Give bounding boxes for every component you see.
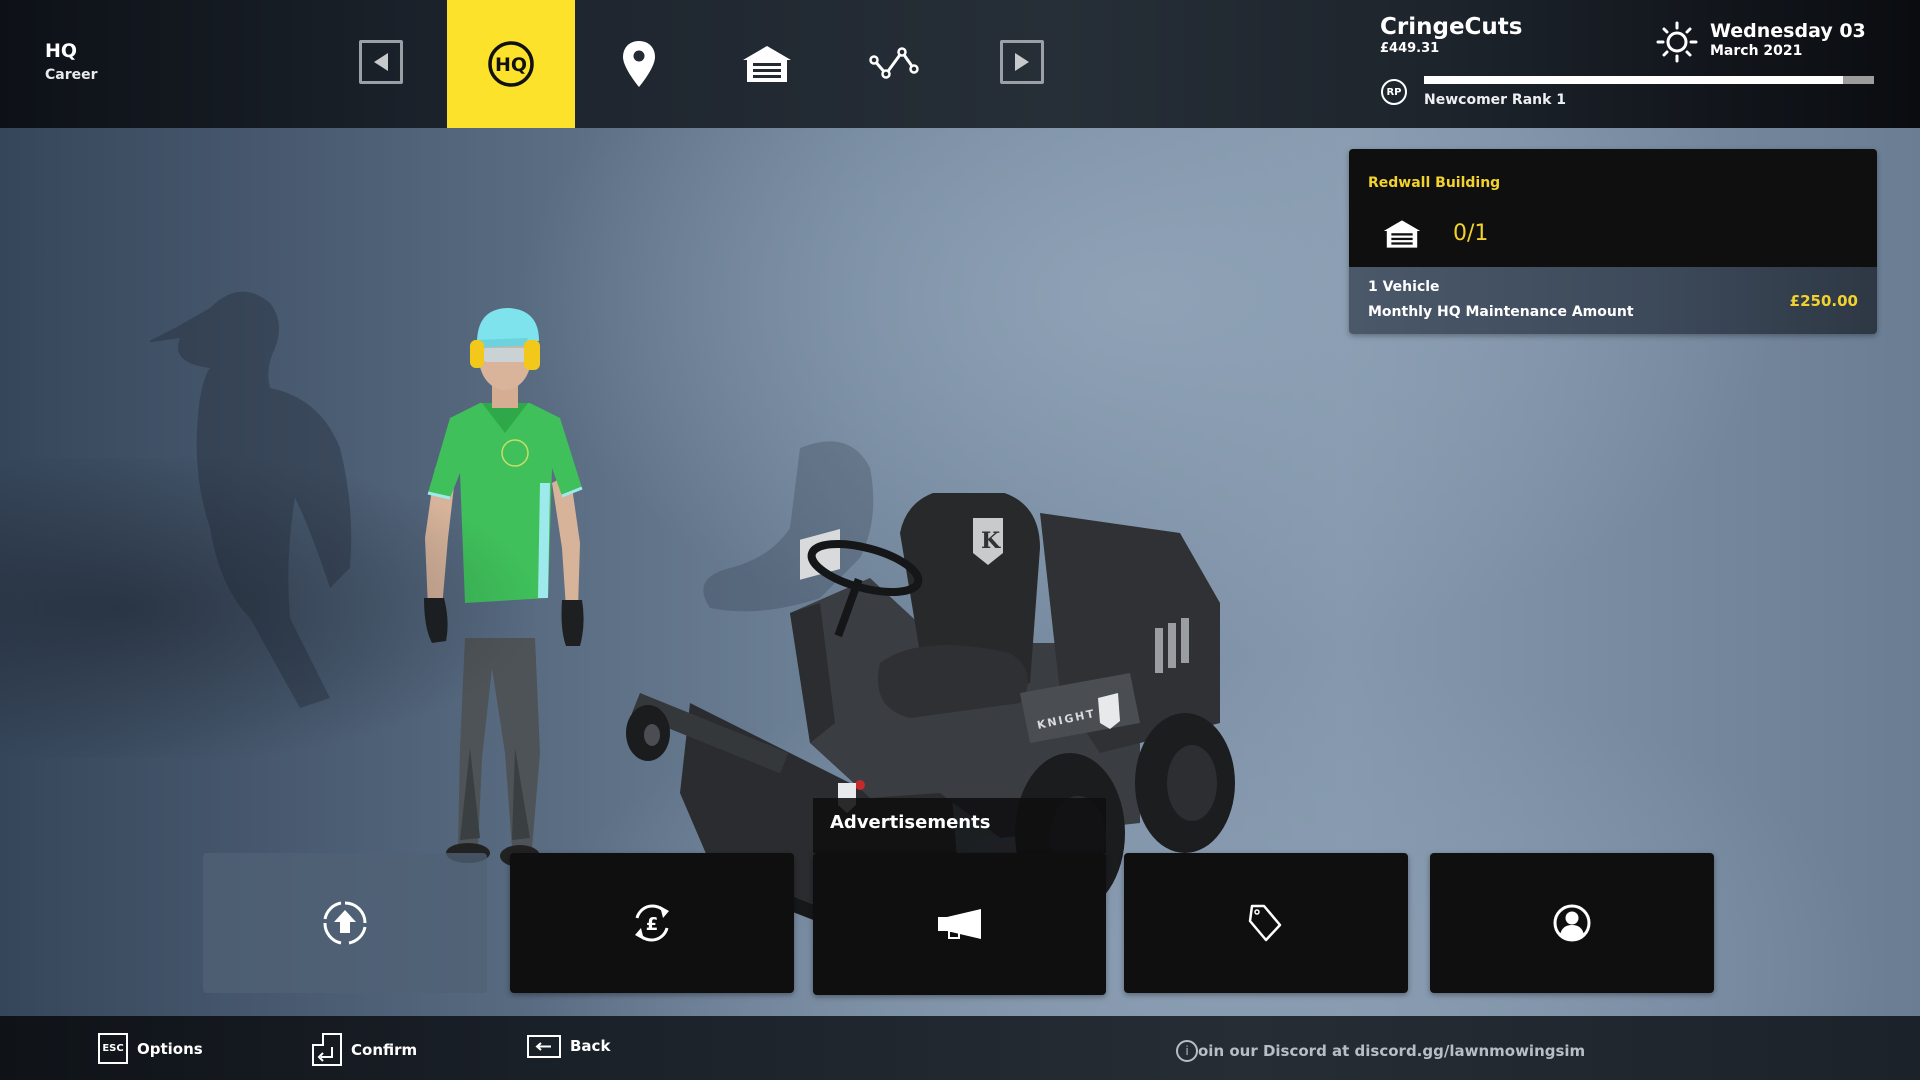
hq-badge-text: HQ xyxy=(495,54,527,76)
company-name: CringeCuts xyxy=(1380,14,1523,40)
hq-building-name: Redwall Building xyxy=(1368,175,1501,191)
hq-building-card: Redwall Building 0/1 1 Vehicle Monthly H… xyxy=(1349,149,1877,334)
pricing-tile[interactable] xyxy=(1124,853,1408,993)
nav-tab-hq[interactable]: HQ xyxy=(447,0,575,128)
selected-tile-label: Advertisements xyxy=(813,798,1106,853)
triangle-right-icon xyxy=(1015,53,1029,71)
rank-progress-fill xyxy=(1424,76,1843,84)
rank-progress-bar xyxy=(1424,76,1874,84)
hq-card-header: Redwall Building 0/1 xyxy=(1349,149,1877,267)
company-balance: £449.31 xyxy=(1380,41,1440,56)
megaphone-icon xyxy=(937,909,981,939)
hq-card-details: 1 Vehicle Monthly HQ Maintenance Amount … xyxy=(1349,267,1877,334)
nav-tab-stats[interactable] xyxy=(831,0,959,128)
confirm-hint[interactable]: Confirm xyxy=(312,1033,417,1066)
location-title: HQ xyxy=(45,40,78,62)
esc-key-icon: ESC xyxy=(98,1033,128,1064)
nav-next-button[interactable] xyxy=(1000,40,1044,84)
top-bar: HQ Career HQ CringeCuts £449.31 Wednesda… xyxy=(0,0,1920,128)
ticker-text: oin our Discord at discord.gg/lawnmowing… xyxy=(1198,1042,1586,1060)
game-date: Wednesday 03 March 2021 xyxy=(1710,20,1866,59)
worker-shadow xyxy=(150,291,352,708)
confirm-label: Confirm xyxy=(351,1040,418,1059)
info-icon: i xyxy=(1176,1040,1198,1062)
triangle-left-icon xyxy=(374,53,388,71)
advertisements-tile[interactable] xyxy=(813,853,1106,995)
map-pin-icon xyxy=(623,41,655,87)
upgrade-arrow-icon xyxy=(323,901,367,945)
backspace-key-icon xyxy=(527,1035,561,1058)
vehicles-label: 1 Vehicle xyxy=(1368,279,1440,295)
options-label: Options xyxy=(137,1039,203,1058)
user-profile-icon xyxy=(1553,904,1591,942)
price-tag-icon xyxy=(1248,904,1282,942)
location-heading: HQ Career xyxy=(45,40,98,83)
news-ticker: i oin our Discord at discord.gg/lawnmowi… xyxy=(1176,1040,1736,1062)
rank-points-badge: RP xyxy=(1381,79,1407,105)
line-chart-icon xyxy=(869,47,919,79)
upgrade-hq-tile[interactable] xyxy=(203,853,487,993)
hq-badge-icon: HQ xyxy=(488,41,534,87)
seat-logo: K xyxy=(981,528,1001,554)
date-day: Wednesday 03 xyxy=(1710,20,1866,42)
maintenance-label: Monthly HQ Maintenance Amount xyxy=(1368,304,1634,320)
finance-tile[interactable]: £ xyxy=(510,853,794,993)
sun-icon xyxy=(1656,21,1698,63)
worker-character xyxy=(424,308,584,867)
enter-key-icon xyxy=(312,1033,342,1066)
company-info: CringeCuts £449.31 xyxy=(1380,14,1522,56)
garage-icon xyxy=(1383,220,1421,248)
garage-icon xyxy=(743,46,791,82)
nav-prev-button[interactable] xyxy=(359,40,403,84)
vehicle-capacity: 0/1 xyxy=(1453,221,1489,246)
options-hint[interactable]: ESC Options xyxy=(98,1033,203,1064)
maintenance-amount: £250.00 xyxy=(1789,292,1858,310)
nav-tab-map[interactable] xyxy=(575,0,703,128)
location-subtitle: Career xyxy=(45,67,98,83)
rank-label: Newcomer Rank 1 xyxy=(1424,92,1567,108)
date-month-year: March 2021 xyxy=(1710,43,1803,59)
bottom-bar: ESC Options Confirm Back i oin our Disco… xyxy=(0,1016,1920,1080)
nav-tab-garage[interactable] xyxy=(703,0,831,128)
staff-tile[interactable] xyxy=(1430,853,1714,993)
back-hint[interactable]: Back xyxy=(527,1033,610,1059)
selected-tile-title: Advertisements xyxy=(830,812,991,833)
currency-exchange-icon: £ xyxy=(635,904,669,942)
back-label: Back xyxy=(570,1037,611,1055)
svg-text:£: £ xyxy=(646,914,659,935)
